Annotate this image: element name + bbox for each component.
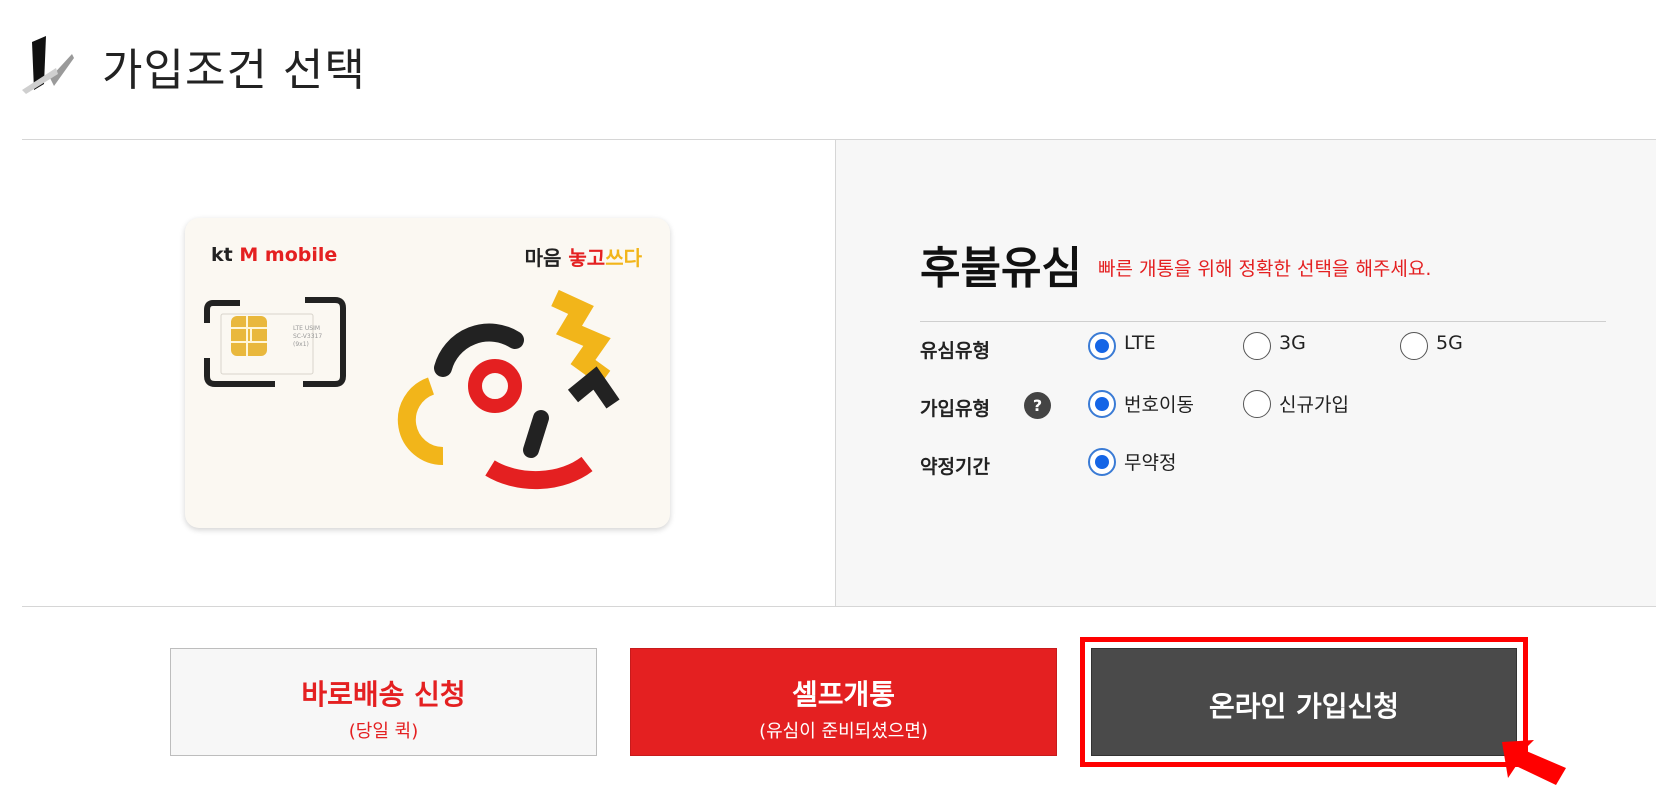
sim-chip-icon <box>231 316 267 356</box>
radio-circle[interactable] <box>1088 390 1116 418</box>
radio-circle[interactable] <box>1243 390 1271 418</box>
radio-circle[interactable] <box>1088 332 1116 360</box>
button-sublabel: (유심이 준비되셨으면) <box>759 721 928 742</box>
svg-text:SC-V3317: SC-V3317 <box>293 333 322 340</box>
self-activation-button[interactable]: 셀프개통 (유심이 준비되셨으면) <box>630 648 1057 756</box>
radio-label: 신규가입 <box>1279 394 1349 416</box>
radio-label: 무약정 <box>1124 452 1177 474</box>
button-label: 셀프개통 <box>791 678 896 711</box>
plan-title: 후불유심 <box>920 243 1082 294</box>
plan-panel: LTE USIM SC-V3317 (9x1) kt M mobile 마음 놓… <box>22 139 1656 607</box>
join-type-row: 가입유형 ? 번호이동 신규가입 <box>920 388 1620 424</box>
plan-hint: 빠른 개통을 위해 정확한 선택을 해주세요. <box>1098 258 1432 280</box>
svg-text:(9x1): (9x1) <box>293 341 309 348</box>
usim-type-label: 유심유형 <box>920 340 990 362</box>
highlight-box <box>1080 637 1528 767</box>
radio-circle[interactable] <box>1243 332 1271 360</box>
radio-label: 3G <box>1279 332 1306 354</box>
help-icon[interactable]: ? <box>1024 392 1051 419</box>
contract-period-row: 약정기간 무약정 <box>920 446 1620 482</box>
divider <box>920 321 1606 322</box>
radio-label: LTE <box>1124 332 1156 354</box>
sim-card-image: LTE USIM SC-V3317 (9x1) kt M mobile 마음 놓… <box>185 218 670 528</box>
usim-type-row: 유심유형 LTE 3G 5G <box>920 330 1620 366</box>
plan-options-area: 후불유심 빠른 개통을 위해 정확한 선택을 해주세요. 유심유형 LTE 3G… <box>836 140 1656 606</box>
page-title: 가입조건 선택 <box>102 45 366 96</box>
join-type-label: 가입유형 <box>920 398 990 420</box>
sim-slogan: 마음 놓고쓰다 <box>524 246 642 270</box>
sim-image-area: LTE USIM SC-V3317 (9x1) kt M mobile 마음 놓… <box>22 140 835 606</box>
pointer-arrow-icon <box>1502 740 1566 785</box>
quick-delivery-button[interactable]: 바로배송 신청 (당일 퀵) <box>170 648 597 756</box>
svg-text:LTE USIM: LTE USIM <box>293 325 320 332</box>
radio-label: 5G <box>1436 332 1463 354</box>
button-sublabel: (당일 퀵) <box>348 721 419 742</box>
button-label: 바로배송 신청 <box>301 678 466 711</box>
sim-brand-logo: kt M mobile <box>211 244 338 266</box>
contract-period-label: 약정기간 <box>920 456 990 478</box>
step-number-icon <box>22 36 74 94</box>
radio-label: 번호이동 <box>1124 394 1194 416</box>
radio-circle[interactable] <box>1088 448 1116 476</box>
radio-circle[interactable] <box>1400 332 1428 360</box>
